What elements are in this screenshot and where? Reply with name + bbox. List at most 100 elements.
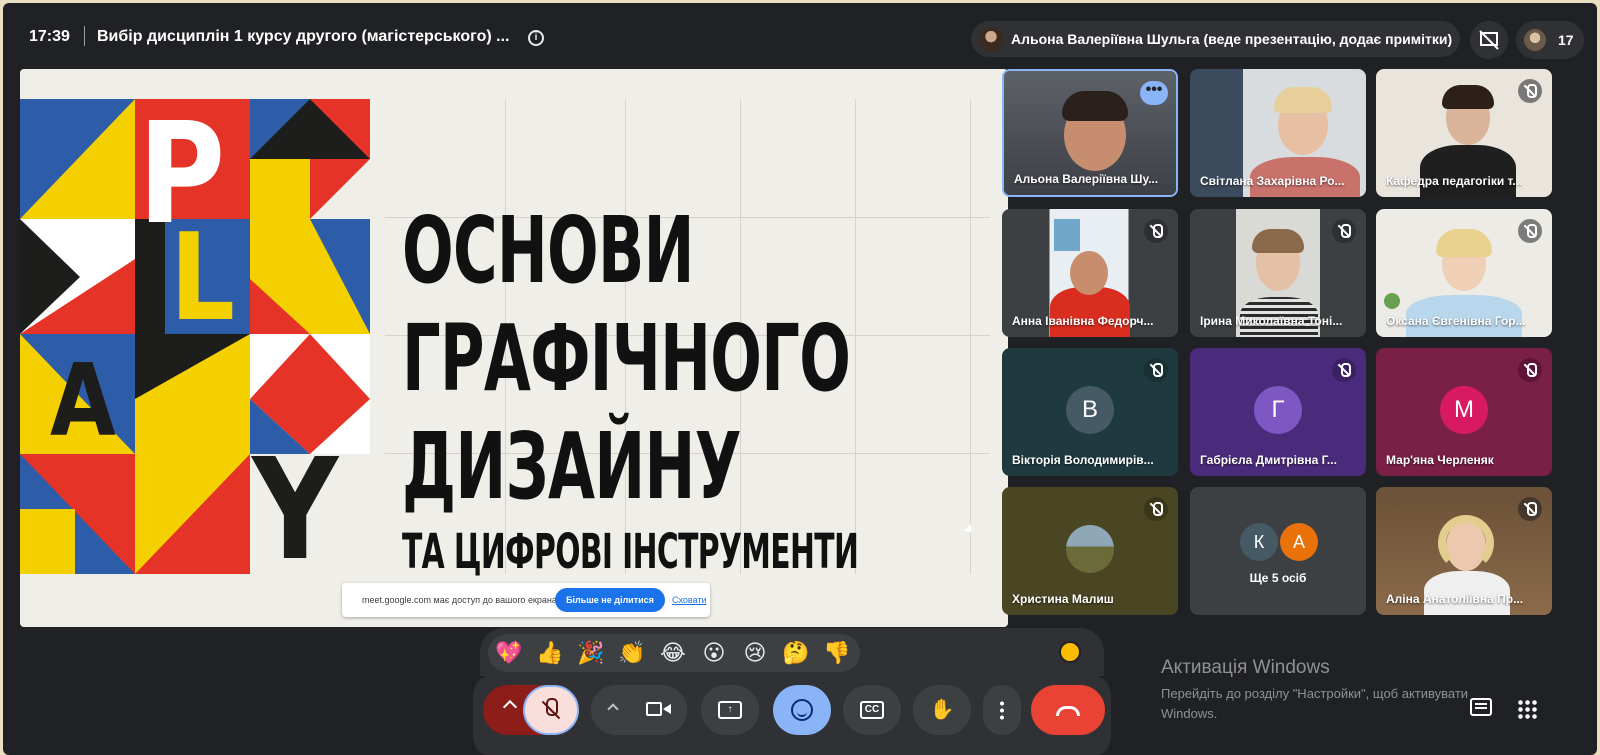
chat-icon[interactable]: [1470, 698, 1492, 716]
divider: [84, 26, 85, 46]
chevron-up-icon: [502, 699, 518, 715]
reaction-sad-icon[interactable]: 😢: [740, 638, 770, 668]
participant-name: Вікторія Володимирів...: [1012, 453, 1154, 467]
phone-hangup-icon: [1056, 706, 1080, 716]
presenter-avatar: [979, 27, 1003, 51]
captions-icon: CC: [860, 701, 884, 719]
reaction-thumbs-up-icon[interactable]: 👍: [535, 638, 565, 668]
participant-name: Христина Малиш: [1012, 592, 1114, 606]
participant-name: Габрієла Дмитрівна Г...: [1200, 453, 1337, 467]
slide-title-line: ГРАФІЧНОГО: [402, 305, 851, 412]
avatar: М: [1440, 386, 1488, 434]
participant-name: Мар'яна Черленяк: [1386, 453, 1494, 467]
art-letter-a: A: [50, 342, 116, 459]
avatar: [1524, 29, 1546, 51]
presentation-slide: P L A Y ОСНОВИ ГРАФІЧНОГО ДИЗАЙНУ ТА ЦИФ…: [20, 69, 1008, 627]
camera-icon: [646, 702, 662, 716]
participants-button[interactable]: 17: [1516, 21, 1584, 59]
share-notice-text: meet.google.com має доступ до вашого екр…: [362, 595, 560, 605]
reaction-thinking-icon[interactable]: 🤔: [781, 638, 811, 668]
slide-subtitle: ТА ЦИФРОВІ ІНСТРУМЕНТИ: [402, 524, 859, 580]
more-participants-label: Ще 5 осіб: [1249, 571, 1307, 585]
reaction-thumbs-down-icon[interactable]: 👎: [822, 638, 852, 668]
captions-button[interactable]: CC: [843, 685, 901, 735]
avatar: А: [1280, 523, 1318, 561]
participant-tile[interactable]: Кафедра педагогіки т...: [1376, 69, 1552, 197]
present-screen-icon: ↑: [718, 701, 742, 719]
reaction-party-icon[interactable]: 🎉: [576, 638, 606, 668]
windows-activation-title: Активація Windows: [1161, 657, 1330, 678]
reaction-heart-icon[interactable]: 💖: [494, 638, 524, 668]
participant-tile[interactable]: Анна Іванівна Федорч...: [1002, 209, 1178, 337]
participant-name: Ірина Миколаївна Тоні...: [1200, 314, 1343, 328]
reactions-pill: 💖 👍 🎉 👏 😂 😮 😢 🤔 👎: [488, 634, 860, 672]
participant-count: 17: [1558, 32, 1574, 48]
art-letter-y: Y: [252, 429, 339, 592]
info-icon[interactable]: i: [528, 30, 544, 46]
meeting-clock: 17:39: [29, 28, 70, 45]
presenter-chip[interactable]: Альона Валеріївна Шульга (веде презентац…: [971, 21, 1460, 57]
slide-title: ОСНОВИ ГРАФІЧНОГО ДИЗАЙНУ ТА ЦИФРОВІ ІНС…: [402, 197, 1008, 579]
emoji-icon: [791, 699, 813, 721]
participant-tile[interactable]: Ірина Миколаївна Тоні...: [1190, 209, 1366, 337]
leave-call-button[interactable]: [1031, 685, 1105, 735]
presenter-label: Альона Валеріївна Шульга (веде презентац…: [1011, 31, 1453, 47]
raise-hand-button[interactable]: ✋: [913, 685, 971, 735]
chevron-up-icon[interactable]: [607, 703, 619, 715]
more-avatars: К А: [1240, 523, 1320, 563]
screen-share-notice: meet.google.com має доступ до вашого екр…: [342, 583, 710, 617]
presentation-off-icon: [1479, 30, 1499, 50]
participant-name: Світлана Захарівна Ро...: [1200, 174, 1345, 188]
participant-name: Оксана Євгенівна Гор...: [1386, 314, 1526, 328]
skin-tone-button[interactable]: [1059, 641, 1081, 663]
participant-tile[interactable]: Г Габрієла Дмитрівна Г...: [1190, 348, 1366, 476]
participant-name: Альона Валеріївна Шу...: [1014, 172, 1159, 186]
hide-link[interactable]: Сховати: [672, 595, 707, 605]
more-participants-tile[interactable]: К А Ще 5 осіб: [1190, 487, 1366, 615]
mic-off-icon: [1144, 497, 1168, 521]
more-vert-icon: [1000, 700, 1004, 720]
control-bar: ↑ CC ✋: [473, 675, 1111, 755]
slide-title-line: ОСНОВИ: [402, 197, 694, 304]
windows-activation-subtitle: Перейдіть до розділу "Настройки", щоб ак…: [1161, 686, 1469, 721]
avatar: Г: [1254, 386, 1302, 434]
top-bar: 17:39 Вибір дисциплін 1 курсу другого (м…: [3, 3, 1597, 73]
present-screen-button[interactable]: ↑: [701, 685, 759, 735]
mic-off-icon: [1518, 497, 1542, 521]
slide-title-line: ДИЗАЙНУ: [402, 413, 742, 520]
reaction-clap-icon[interactable]: 👏: [617, 638, 647, 668]
meeting-title: Вибір дисциплін 1 курсу другого (магісте…: [97, 28, 510, 45]
mic-off-icon: [1332, 358, 1356, 382]
mic-off-icon: [1144, 219, 1168, 243]
apps-grid-icon[interactable]: [1517, 699, 1537, 719]
participant-name: Анна Іванівна Федорч...: [1012, 314, 1154, 328]
participant-tile[interactable]: В Вікторія Володимирів...: [1002, 348, 1178, 476]
meet-window: 17:39 Вибір дисциплін 1 курсу другого (м…: [3, 3, 1597, 755]
reaction-laugh-icon[interactable]: 😂: [658, 638, 688, 668]
participant-tile[interactable]: Христина Малиш: [1002, 487, 1178, 615]
mic-off-icon: [1332, 219, 1356, 243]
mic-off-icon: [1518, 219, 1542, 243]
participant-tile[interactable]: Аліна Анатоліївна Пр...: [1376, 487, 1552, 615]
participant-tile[interactable]: Світлана Захарівна Ро...: [1190, 69, 1366, 197]
emoji-button[interactable]: [773, 685, 831, 735]
hand-icon: ✋: [929, 699, 955, 721]
participant-name: Аліна Анатоліївна Пр...: [1386, 592, 1524, 606]
participant-tile[interactable]: ••• Альона Валеріївна Шу...: [1002, 69, 1178, 197]
camera-group: [591, 685, 687, 735]
art-letter-l: L: [170, 209, 235, 348]
avatar: В: [1066, 386, 1114, 434]
stop-sharing-button[interactable]: Більше не ділитися: [555, 588, 665, 612]
microphone-off-button[interactable]: [523, 685, 579, 735]
more-options-button[interactable]: [983, 685, 1021, 735]
layout-button[interactable]: [1470, 21, 1508, 59]
camera-button[interactable]: [631, 685, 687, 735]
avatar: [1066, 525, 1114, 573]
participant-name: Кафедра педагогіки т...: [1386, 174, 1523, 188]
more-options-icon[interactable]: •••: [1140, 81, 1168, 105]
reaction-surprised-icon[interactable]: 😮: [699, 638, 729, 668]
mic-off-icon: [1518, 358, 1542, 382]
participant-tile[interactable]: М Мар'яна Черленяк: [1376, 348, 1552, 476]
mic-off-icon: [1144, 358, 1168, 382]
participant-tile[interactable]: Оксана Євгенівна Гор...: [1376, 209, 1552, 337]
